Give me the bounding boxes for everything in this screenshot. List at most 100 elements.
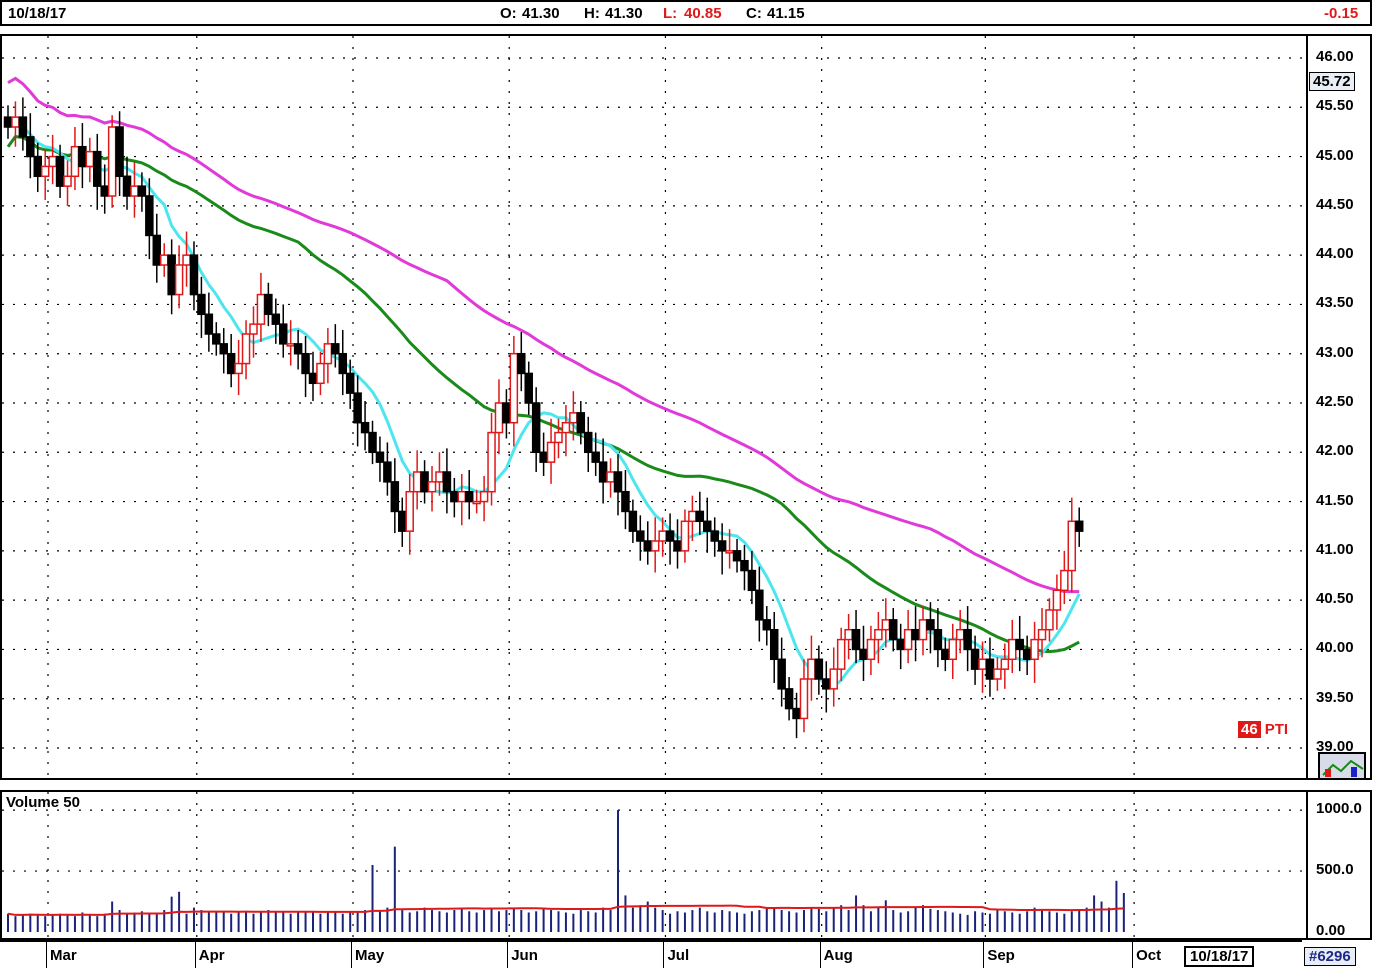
- volume-panel[interactable]: Volume 50: [0, 790, 1372, 940]
- price-bar-body: [561, 421, 571, 434]
- price-bar-body: [271, 313, 281, 325]
- price-bar-body: [926, 619, 935, 631]
- price-bar-body: [390, 481, 400, 513]
- price-bar-body: [122, 175, 132, 197]
- price-bar-body: [1015, 638, 1024, 651]
- price-bar-body: [636, 530, 645, 542]
- price-tick-label: 42.50: [1316, 393, 1354, 410]
- price-bar-body: [881, 619, 891, 631]
- price-bar-body: [264, 293, 273, 316]
- price-bar-body: [398, 510, 407, 532]
- price-bar-body: [851, 628, 861, 651]
- price-bar-body: [375, 451, 385, 463]
- price-bar-body: [836, 638, 846, 670]
- volume-chart[interactable]: [2, 792, 1370, 938]
- price-bar-body: [442, 471, 452, 493]
- price-tick-label: 41.00: [1316, 540, 1354, 558]
- header-date: 10/18/17: [8, 5, 67, 22]
- price-bar-body: [822, 678, 831, 690]
- price-bar-body: [3, 116, 13, 128]
- price-bar-body: [688, 510, 697, 523]
- month-label: Jul: [667, 947, 690, 964]
- price-bar-body: [918, 619, 928, 641]
- price-bar-body: [814, 658, 824, 680]
- month-label: Mar: [50, 947, 77, 964]
- price-bar-body: [78, 145, 87, 168]
- price-bar-body: [941, 648, 950, 661]
- price-bar-body: [807, 658, 816, 680]
- price-bar-body: [11, 116, 20, 128]
- price-bar-body: [866, 638, 876, 661]
- price-bar-body: [241, 333, 251, 365]
- price-bar-body: [226, 352, 236, 375]
- price-bar-body: [308, 372, 318, 385]
- price-bar-body: [1067, 520, 1077, 572]
- price-tick-label: 42.00: [1316, 442, 1354, 460]
- volume-axis[interactable]: 1000.0 500.0 0.00: [1306, 790, 1372, 940]
- price-tick-label: 45.00: [1316, 146, 1354, 164]
- price-bar-body: [955, 628, 965, 641]
- price-bar-body: [427, 481, 437, 493]
- price-bar-body: [613, 471, 623, 493]
- price-bar-body: [450, 490, 459, 503]
- price-bar-body: [182, 254, 191, 266]
- price-bar-body: [70, 145, 80, 178]
- price-bar-body: [345, 372, 355, 394]
- time-axis[interactable]: Mar Apr May Jun Jul Aug Sep Oct: [0, 940, 1302, 972]
- price-bar-body: [844, 628, 853, 641]
- price-bar-body: [539, 451, 548, 463]
- price-bar-body: [985, 658, 995, 680]
- price-bar-body: [643, 540, 653, 552]
- current-date-badge: 10/18/17: [1184, 946, 1255, 967]
- month-label: Oct: [1136, 947, 1162, 964]
- price-bar-body: [524, 372, 533, 404]
- price-bar-body: [695, 510, 705, 523]
- current-price-badge: 45.72: [1309, 72, 1355, 91]
- price-tick-label: 39.50: [1316, 688, 1354, 706]
- price-bar-body: [63, 175, 72, 187]
- close-label: C:: [746, 5, 762, 22]
- price-bar-body: [755, 589, 764, 621]
- price-bar-body: [383, 461, 392, 483]
- month-tick: [663, 942, 665, 968]
- month-tick: [1132, 942, 1134, 968]
- price-bar-body: [323, 343, 333, 365]
- price-bar-body: [859, 648, 868, 661]
- price-bar-body: [911, 628, 920, 641]
- price-bar-body: [494, 402, 504, 434]
- price-bar-body: [717, 540, 727, 552]
- price-bar-body: [130, 185, 139, 197]
- price-bar-body: [784, 688, 794, 710]
- price-bar-body: [457, 490, 467, 503]
- price-bar-body: [777, 658, 786, 690]
- price-tick-label: 45.50: [1316, 97, 1354, 115]
- price-bar-body: [792, 707, 801, 720]
- price-bar-body: [197, 293, 206, 316]
- price-tick-label: 44.00: [1316, 245, 1354, 263]
- price-bar-body: [903, 628, 913, 651]
- price-bar-body: [48, 155, 57, 168]
- price-bar-body: [732, 550, 742, 562]
- price-bar-body: [278, 323, 288, 345]
- price-bar-body: [174, 264, 184, 296]
- price-bar-body: [591, 451, 600, 463]
- price-axis[interactable]: 46.00 45.50 45.00 44.50 44.00 43.50 43.00 42.50…: [1306, 34, 1372, 780]
- price-bar-body: [115, 126, 124, 178]
- price-bar-body: [249, 323, 258, 335]
- price-bar-body: [100, 185, 109, 197]
- price-panel[interactable]: [0, 34, 1372, 780]
- volume-tick-label: 0.00: [1316, 922, 1346, 939]
- price-bar-body: [583, 431, 593, 454]
- price-bar-body: [546, 441, 556, 463]
- price-chart[interactable]: [2, 36, 1370, 778]
- chart-settings-icon[interactable]: [1318, 752, 1366, 780]
- price-bar-body: [978, 658, 987, 670]
- price-bar-body: [665, 530, 675, 542]
- price-bar-body: [896, 638, 905, 651]
- price-bar-body: [1022, 648, 1032, 661]
- price-bar-body: [26, 136, 35, 158]
- price-bar-body: [554, 431, 563, 444]
- price-bar-body: [933, 628, 943, 651]
- price-bar-body: [152, 234, 162, 266]
- price-bar-body: [650, 540, 660, 552]
